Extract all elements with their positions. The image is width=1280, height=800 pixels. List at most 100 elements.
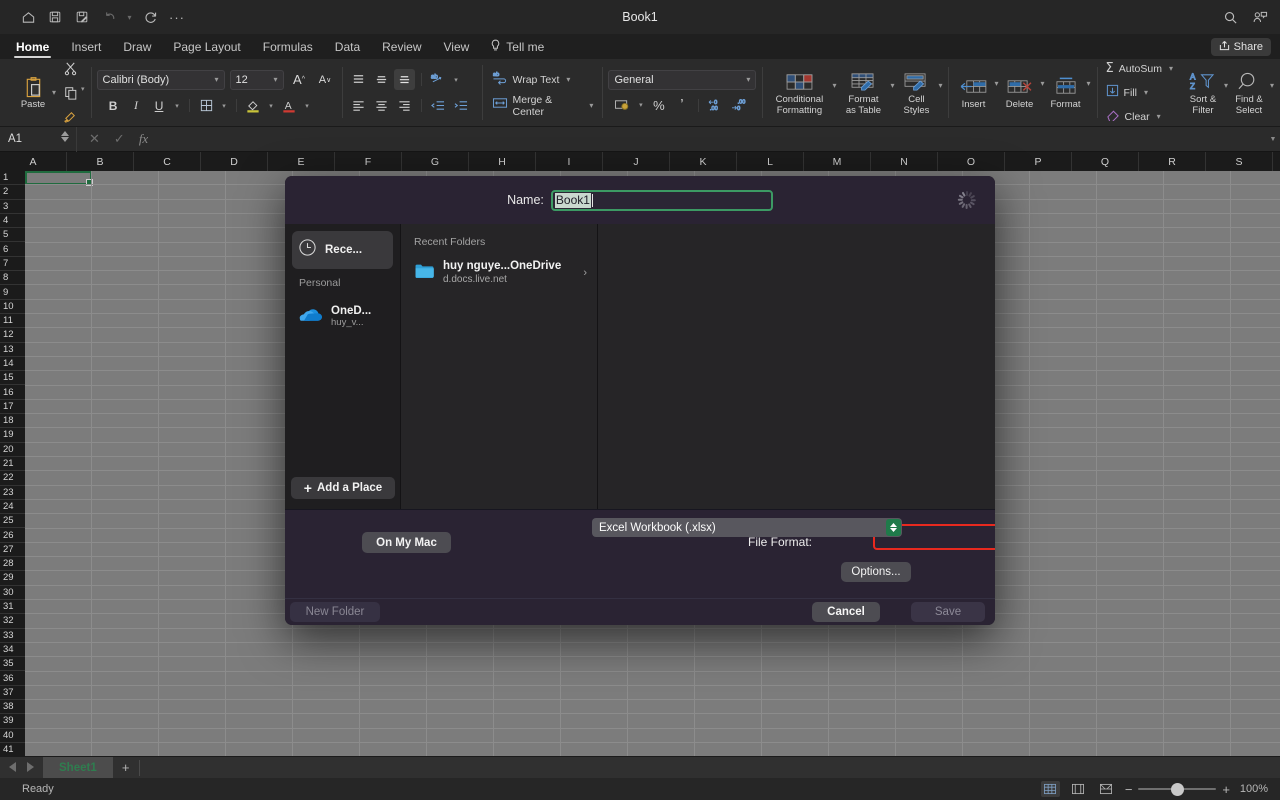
tab-insert[interactable]: Insert bbox=[60, 34, 112, 59]
format-cells-button[interactable]: Format bbox=[1047, 72, 1085, 113]
align-left-button[interactable] bbox=[348, 95, 369, 116]
paste-button[interactable]: Paste bbox=[12, 72, 54, 113]
options-button[interactable]: Options... bbox=[841, 562, 911, 582]
filename-input[interactable]: Book1 bbox=[550, 189, 773, 211]
name-box-stepper[interactable] bbox=[61, 130, 69, 142]
delete-cells-button[interactable]: Delete bbox=[1001, 72, 1039, 113]
row-header-4[interactable]: 4 bbox=[0, 213, 25, 229]
on-my-mac-button[interactable]: On My Mac bbox=[362, 532, 451, 553]
insert-cells-button[interactable]: Insert bbox=[954, 72, 992, 113]
align-middle-button[interactable] bbox=[371, 69, 392, 90]
row-header-18[interactable]: 18 bbox=[0, 414, 25, 429]
row-header-14[interactable]: 14 bbox=[0, 356, 25, 372]
comments-icon[interactable] bbox=[1250, 7, 1270, 27]
add-sheet-button[interactable]: + bbox=[113, 757, 139, 779]
undo-dropdown-caret[interactable]: ▾ bbox=[124, 5, 135, 29]
format-caret[interactable]: ▾ bbox=[1087, 79, 1091, 88]
percent-style-button[interactable]: % bbox=[648, 95, 669, 116]
grow-font-button[interactable]: A ^ bbox=[289, 69, 310, 90]
row-header-38[interactable]: 38 bbox=[0, 699, 25, 715]
column-header-O[interactable]: O bbox=[938, 152, 1005, 171]
shrink-font-button[interactable]: A ∨ bbox=[315, 69, 336, 90]
chevron-down-icon[interactable]: ▾ bbox=[1144, 88, 1148, 97]
row-header-1[interactable]: 1 bbox=[0, 171, 25, 186]
column-header-F[interactable]: F bbox=[335, 152, 402, 171]
row-header-17[interactable]: 17 bbox=[0, 399, 25, 415]
tab-draw[interactable]: Draw bbox=[112, 34, 162, 59]
insert-function-icon[interactable]: fx bbox=[139, 131, 148, 147]
format-as-table-caret[interactable]: ▾ bbox=[890, 81, 894, 90]
column-header-Q[interactable]: Q bbox=[1072, 152, 1139, 171]
sort-filter-button[interactable]: A Z Sort & Filter bbox=[1182, 67, 1224, 118]
align-bottom-button[interactable] bbox=[393, 69, 415, 90]
cancel-icon[interactable]: ✕ bbox=[89, 131, 100, 147]
font-color-icon[interactable]: A bbox=[279, 95, 300, 116]
row-header-40[interactable]: 40 bbox=[0, 728, 25, 743]
font-color-dropdown-caret[interactable]: ▾ bbox=[302, 95, 313, 116]
paste-dropdown-caret[interactable]: ▾ bbox=[52, 88, 56, 97]
column-header-I[interactable]: I bbox=[536, 152, 603, 171]
row-header-8[interactable]: 8 bbox=[0, 271, 25, 286]
underline-button[interactable]: U bbox=[149, 95, 170, 116]
column-header-N[interactable]: N bbox=[871, 152, 938, 171]
font-size-select[interactable]: 12 ▾ bbox=[229, 69, 284, 90]
align-top-button[interactable] bbox=[348, 69, 369, 90]
chevron-down-icon[interactable]: ▾ bbox=[566, 75, 570, 84]
row-header-33[interactable]: 33 bbox=[0, 628, 25, 643]
row-header-23[interactable]: 23 bbox=[0, 485, 25, 500]
row-header-28[interactable]: 28 bbox=[0, 557, 25, 572]
decrease-decimal-icon[interactable]: 0 .00 bbox=[705, 95, 726, 116]
fill-color-dropdown-caret[interactable]: ▾ bbox=[266, 95, 277, 116]
tab-formulas[interactable]: Formulas bbox=[252, 34, 324, 59]
autosum-button[interactable]: Σ AutoSum ▾ bbox=[1103, 58, 1176, 79]
row-header-29[interactable]: 29 bbox=[0, 571, 25, 586]
normal-view-icon[interactable] bbox=[1040, 781, 1060, 797]
fill-color-icon[interactable] bbox=[243, 95, 264, 116]
sheet-tab-sheet1[interactable]: Sheet1 bbox=[43, 756, 113, 779]
column-header-A[interactable]: A bbox=[0, 152, 67, 171]
column-header-C[interactable]: C bbox=[134, 152, 201, 171]
row-header-25[interactable]: 25 bbox=[0, 514, 25, 529]
align-center-button[interactable] bbox=[371, 95, 392, 116]
save-icon[interactable] bbox=[43, 5, 67, 29]
find-select-button[interactable]: Find & Select bbox=[1228, 67, 1270, 118]
cell-styles-caret[interactable]: ▾ bbox=[938, 81, 942, 90]
column-header-J[interactable]: J bbox=[603, 152, 670, 171]
row-header-41[interactable]: 41 bbox=[0, 742, 25, 756]
increase-decimal-icon[interactable]: 0 .00 bbox=[728, 95, 749, 116]
fill-button[interactable]: Fill ▾ bbox=[1103, 82, 1176, 103]
column-header-E[interactable]: E bbox=[268, 152, 335, 171]
tab-review[interactable]: Review bbox=[371, 34, 432, 59]
row-header-37[interactable]: 37 bbox=[0, 685, 25, 700]
row-header-35[interactable]: 35 bbox=[0, 657, 25, 672]
copy-dropdown-caret[interactable]: ▾ bbox=[81, 85, 85, 93]
redo-icon[interactable] bbox=[138, 5, 162, 29]
row-header-11[interactable]: 11 bbox=[0, 313, 25, 329]
zoom-knob[interactable] bbox=[1171, 782, 1185, 796]
search-icon[interactable] bbox=[1220, 7, 1240, 27]
cut-icon[interactable] bbox=[60, 58, 81, 79]
file-format-stepper[interactable] bbox=[886, 519, 901, 536]
wrap-text-button[interactable]: ab Wrap Text ▾ bbox=[489, 69, 597, 90]
row-header-22[interactable]: 22 bbox=[0, 471, 25, 486]
prev-sheet-icon[interactable] bbox=[9, 761, 17, 774]
page-layout-view-icon[interactable] bbox=[1069, 781, 1088, 797]
borders-icon[interactable] bbox=[196, 95, 217, 116]
align-right-button[interactable] bbox=[394, 95, 415, 116]
column-header-R[interactable]: R bbox=[1139, 152, 1206, 171]
zoom-in-button[interactable]: + bbox=[1222, 782, 1230, 797]
tell-me-button[interactable]: Tell me bbox=[480, 39, 554, 55]
add-a-place-button[interactable]: + Add a Place bbox=[291, 477, 395, 499]
file-list-pane[interactable] bbox=[598, 224, 995, 509]
file-format-select[interactable]: Excel Workbook (.xlsx) bbox=[592, 518, 902, 537]
row-header-31[interactable]: 31 bbox=[0, 599, 25, 615]
column-header-P[interactable]: P bbox=[1005, 152, 1072, 171]
row-header-10[interactable]: 10 bbox=[0, 299, 25, 314]
find-select-caret[interactable]: ▾ bbox=[1270, 81, 1274, 90]
cancel-button[interactable]: Cancel bbox=[812, 602, 880, 622]
row-header-32[interactable]: 32 bbox=[0, 614, 25, 629]
comma-style-button[interactable]: ’ bbox=[671, 95, 692, 116]
sidebar-item-onedrive[interactable]: OneD... huy_v... bbox=[292, 298, 393, 335]
insert-caret[interactable]: ▾ bbox=[994, 79, 998, 88]
row-header-16[interactable]: 16 bbox=[0, 385, 25, 400]
